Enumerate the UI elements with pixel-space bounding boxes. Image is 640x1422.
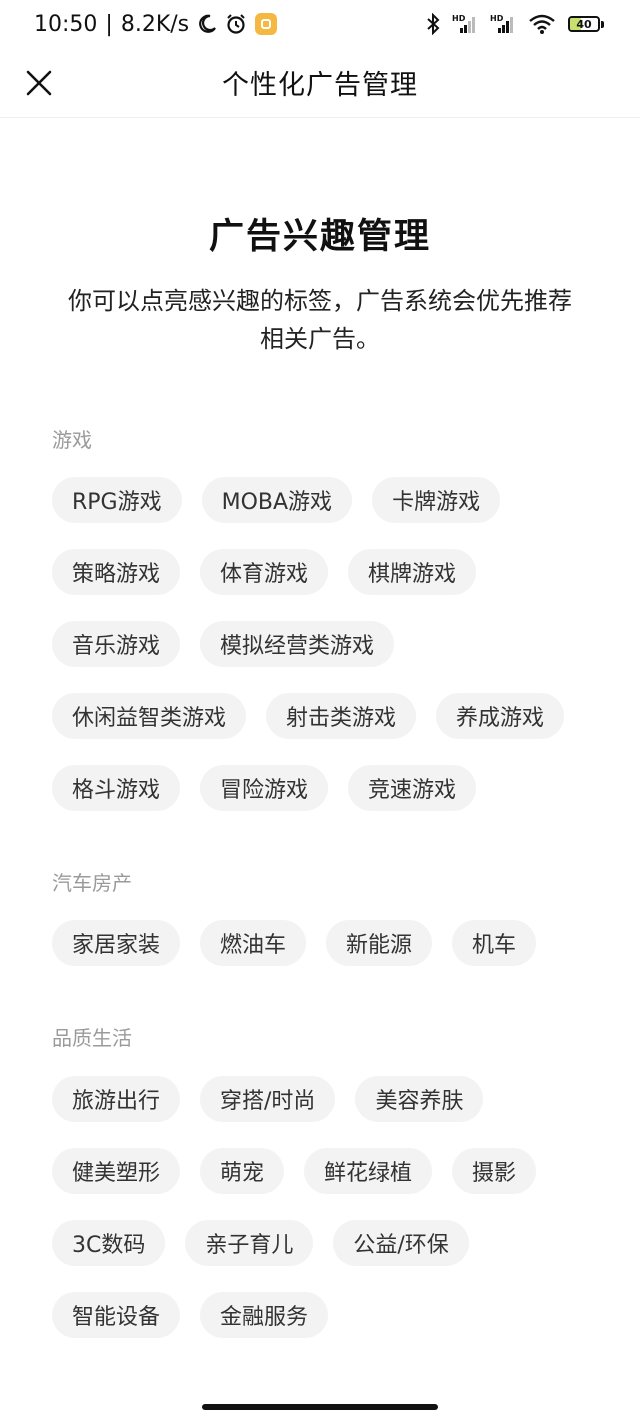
interest-tag[interactable]: RPG游戏 [52,477,182,523]
page-title: 个性化广告管理 [222,70,418,101]
status-separator: | [105,11,113,37]
interest-tag[interactable]: 健美塑形 [52,1148,181,1194]
home-indicator[interactable] [202,1404,438,1410]
bottom-fade [0,1378,640,1422]
nav-bar: 个性化广告管理 [0,48,640,118]
section-label-auto-property: 汽车房产 [52,871,132,895]
interest-tag[interactable]: 公益/环保 [333,1220,469,1266]
interest-tag[interactable]: MOBA游戏 [201,477,353,523]
interest-tag[interactable]: 射击类游戏 [266,693,417,739]
interest-tag[interactable]: 策略游戏 [52,549,181,595]
interest-tag[interactable]: 美容养肤 [355,1076,484,1122]
battery-tip [601,20,604,28]
tag-row: 旅游出行 穿搭/时尚 美容养肤 [52,1076,484,1122]
status-bar: 10:50 | 8.2K/s HD HD 40 [0,0,640,48]
interest-tag[interactable]: 摄影 [452,1148,537,1194]
interest-tag[interactable]: 燃油车 [200,920,307,966]
close-icon [26,70,52,96]
interest-tag[interactable]: 穿搭/时尚 [200,1076,336,1122]
battery-level-text: 40 [576,17,592,31]
wifi-icon [528,13,556,35]
interest-tag[interactable]: 竞速游戏 [348,765,477,811]
svg-text:HD: HD [452,14,466,23]
close-button[interactable] [18,62,60,104]
interest-tag[interactable]: 鲜花绿植 [304,1148,433,1194]
intro-description: 你可以点亮感兴趣的标签，广告系统会优先推荐相关广告。 [68,287,572,353]
screen: 10:50 | 8.2K/s HD HD 40 个性化广告管理 广告兴趣管理 你… [0,0,640,1422]
tag-row: 健美塑形 萌宠 鲜花绿植 摄影 [52,1148,537,1194]
tag-row: 格斗游戏 冒险游戏 竞速游戏 [52,765,477,811]
app-notification-icon [255,13,278,35]
section-label-games: 游戏 [52,428,92,452]
tag-row: 家居家装 燃油车 新能源 机车 [52,920,537,966]
interest-tag[interactable]: 休闲益智类游戏 [52,693,247,739]
interest-tag[interactable]: 棋牌游戏 [348,549,477,595]
svg-text:HD: HD [490,14,504,23]
interest-tag[interactable]: 金融服务 [200,1292,329,1338]
interest-tag[interactable]: 养成游戏 [436,693,565,739]
tag-row: 3C数码 亲子育儿 公益/环保 [52,1220,469,1266]
battery-icon: 40 [568,16,604,32]
moon-icon [197,14,217,34]
alarm-icon [225,13,247,35]
interest-tag[interactable]: 体育游戏 [200,549,329,595]
interest-tag[interactable]: 音乐游戏 [52,621,181,667]
interest-tag[interactable]: 冒险游戏 [200,765,329,811]
net-speed: 8.2K/s [120,11,190,37]
interest-tag[interactable]: 格斗游戏 [52,765,181,811]
tag-row: 策略游戏 体育游戏 棋牌游戏 [52,549,477,595]
signal-1-icon: HD [452,13,478,35]
section-heading: 广告兴趣管理 [208,217,431,257]
status-right: HD HD 40 [426,13,604,35]
bluetooth-icon [426,13,440,35]
interest-tag[interactable]: 模拟经营类游戏 [200,621,395,667]
interest-tag[interactable]: 机车 [452,920,537,966]
interest-tag[interactable]: 亲子育儿 [185,1220,314,1266]
interest-tag[interactable]: 旅游出行 [52,1076,181,1122]
interest-tag[interactable]: 卡牌游戏 [372,477,501,523]
section-label-quality-life: 品质生活 [52,1026,132,1050]
battery-body: 40 [568,16,600,32]
status-left: 10:50 | 8.2K/s [34,11,278,37]
interest-tag[interactable]: 萌宠 [200,1148,285,1194]
interest-tag[interactable]: 3C数码 [52,1220,166,1266]
status-time: 10:50 [34,11,98,37]
tag-row: 智能设备 金融服务 [52,1292,329,1338]
tag-row: 休闲益智类游戏 射击类游戏 养成游戏 [52,693,565,739]
interest-tag[interactable]: 家居家装 [52,920,181,966]
interest-tag[interactable]: 智能设备 [52,1292,181,1338]
tag-row: RPG游戏 MOBA游戏 卡牌游戏 [52,477,501,523]
signal-2-icon: HD [490,13,516,35]
tag-row: 音乐游戏 模拟经营类游戏 [52,621,395,667]
interest-tag[interactable]: 新能源 [326,920,433,966]
